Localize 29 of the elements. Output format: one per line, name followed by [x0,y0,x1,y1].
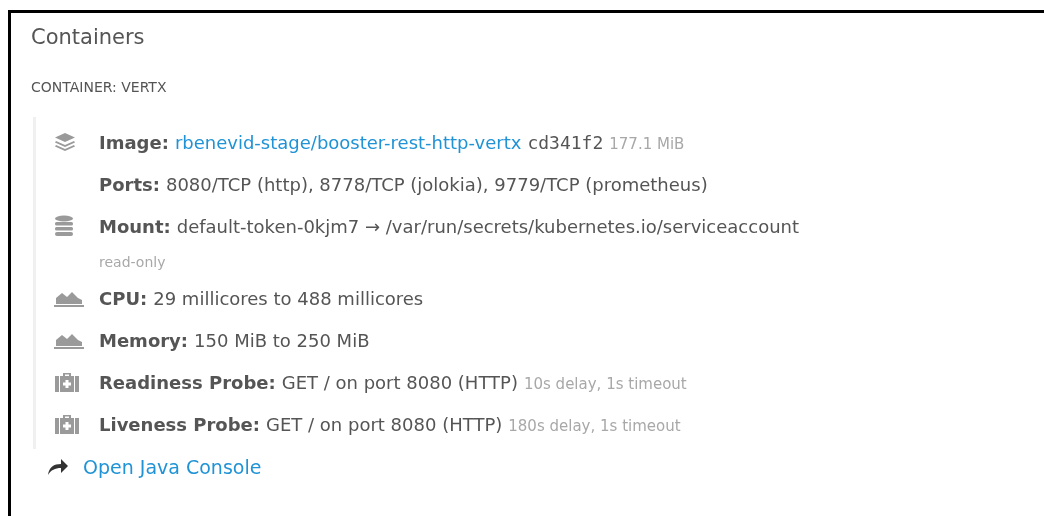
detail-value: cd341f2 [527,130,604,155]
detail-value: 180s delay, 1s timeout [508,415,681,437]
area-chart-icon [54,289,84,307]
detail-value: 177.1 MiB [609,133,685,155]
detail-label: Liveness Probe: [99,412,261,437]
area-chart-icon [54,331,84,349]
image-link[interactable]: rbenevid-stage/booster-rest-http-vertx [174,128,522,156]
container-heading: CONTAINER: VERTX [31,78,167,97]
detail-value: 29 millicores to 488 millicores [153,286,424,311]
database-icon [54,215,74,237]
detail-label: Ports: [99,172,160,197]
detail-value: 150 MiB to 250 MiB [194,328,370,353]
detail-label: Mount: [99,214,171,239]
detail-label: Readiness Probe: [99,370,276,395]
layers-icon [54,132,76,152]
share-arrow-icon [47,458,69,476]
detail-value: GET / on port 8080 (HTTP) [266,412,503,437]
detail-label: CPU: [99,286,148,311]
detail-label: Image: [99,130,169,155]
detail-value: GET / on port 8080 (HTTP) [281,370,518,395]
detail-value: 10s delay, 1s timeout [523,373,687,395]
open-console-link[interactable]: Open Java Console [83,452,262,482]
mount-note: read-only [99,252,166,272]
detail-label: Memory: [99,328,189,353]
medkit-icon [54,413,80,435]
detail-value: 8080/TCP (http), 8778/TCP (jolokia), 9779/TCP (prometheus) [165,172,708,197]
detail-value: default-token-0kjm7 → /var/run/secrets/kubernetes.io/serviceaccount [176,214,800,239]
section-title: Containers [31,24,145,51]
medkit-icon [54,371,80,393]
